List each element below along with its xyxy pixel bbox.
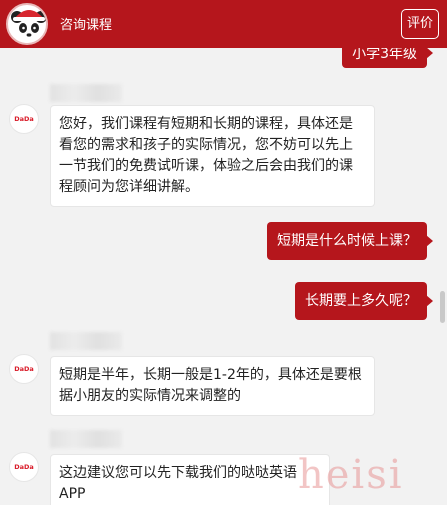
dada-logo: DaDa <box>14 463 34 471</box>
rate-button[interactable]: 评价 <box>401 9 439 39</box>
agent-avatar: DaDa <box>9 354 39 384</box>
agent-avatar: DaDa <box>9 104 39 134</box>
message-text: 您好，我们课程有短期和长期的课程，具体还是看您的需求和孩子的实际情况，您不妨可以… <box>59 116 353 195</box>
message-text: 短期是半年，长期一般是1-2年的，具体还是要根据小朋友的实际情况来调整的 <box>59 367 362 404</box>
chat-header: 咨询课程 评价 <box>0 0 447 48</box>
message-user: 短期是什么时候上课？ <box>267 222 433 260</box>
message-text: 这边建议您可以先下载我们的哒哒英语APP <box>59 465 297 502</box>
watermark: heisi <box>298 452 404 498</box>
chat-log[interactable]: 小学3年级 DaDa 您好，我们课程有短期和长期的课程，具体还是看您的需求和孩子… <box>0 48 447 505</box>
message-text: 长期要上多久呢？ <box>305 293 417 309</box>
message-user: 长期要上多久呢？ <box>295 282 433 320</box>
dada-logo: DaDa <box>14 365 34 373</box>
message-agent: 这边建议您可以先下载我们的哒哒英语APP <box>50 454 330 505</box>
panda-avatar <box>6 3 48 45</box>
agent-name <box>50 84 122 102</box>
scrollbar-thumb[interactable] <box>440 291 445 323</box>
message-user: 小学3年级 <box>342 48 433 68</box>
message-text: 短期是什么时候上课？ <box>277 233 417 249</box>
panda-icon <box>11 10 46 43</box>
page-title: 咨询课程 <box>60 18 113 33</box>
message-agent: 短期是半年，长期一般是1-2年的，具体还是要根据小朋友的实际情况来调整的 <box>50 356 375 416</box>
message-text: 小学3年级 <box>352 48 417 62</box>
agent-avatar: DaDa <box>9 452 39 482</box>
dada-logo: DaDa <box>14 115 34 123</box>
agent-name <box>50 332 122 350</box>
agent-name <box>50 430 122 448</box>
message-agent: 您好，我们课程有短期和长期的课程，具体还是看您的需求和孩子的实际情况，您不妨可以… <box>50 105 375 207</box>
